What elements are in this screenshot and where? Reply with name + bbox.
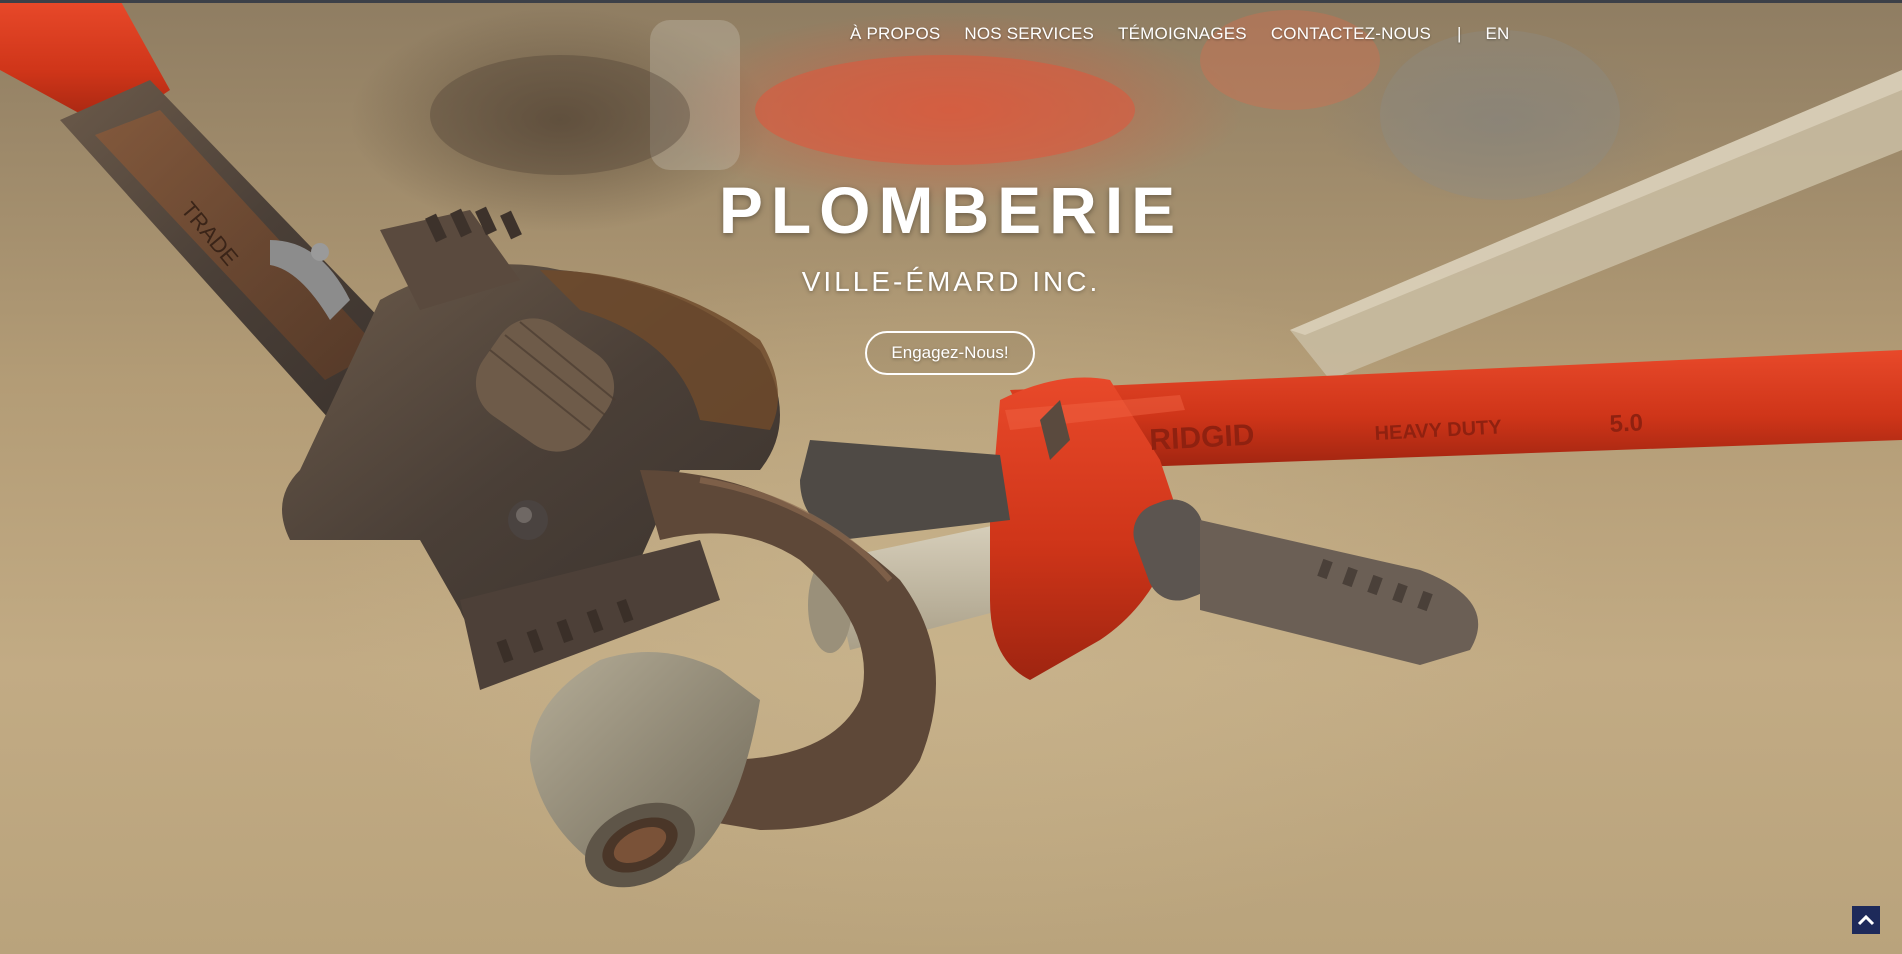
hero-title: PLOMBERIE: [718, 173, 1184, 247]
hero-subtitle: VILLE-ÉMARD INC.: [801, 266, 1101, 297]
nav-item-contactez-nous[interactable]: CONTACTEZ-NOUS: [1271, 24, 1431, 44]
nav-item-nos-services[interactable]: NOS SERVICES: [964, 24, 1094, 44]
hero-background-image: RIDGID HEAVY DUTY 5.0 TRADE: [0, 0, 1902, 888]
nav-item-temoignages[interactable]: TÉMOIGNAGES: [1118, 24, 1247, 44]
hire-us-button[interactable]: Engagez-Nous!: [865, 331, 1035, 375]
nav-item-a-propos[interactable]: À PROPOS: [850, 24, 940, 44]
main-nav: À PROPOS NOS SERVICES TÉMOIGNAGES CONTAC…: [850, 24, 1509, 44]
top-border: [0, 0, 1902, 3]
back-to-top-button[interactable]: [1852, 906, 1880, 934]
nav-separator: |: [1457, 24, 1462, 43]
svg-text:5.0: 5.0: [1609, 409, 1644, 438]
language-switch[interactable]: EN: [1485, 24, 1509, 44]
svg-text:RIDGID: RIDGID: [1149, 419, 1256, 457]
hero-section: RIDGID HEAVY DUTY 5.0 TRADE À PROPOS NOS…: [0, 0, 1902, 954]
chevron-up-icon: [1857, 914, 1875, 926]
